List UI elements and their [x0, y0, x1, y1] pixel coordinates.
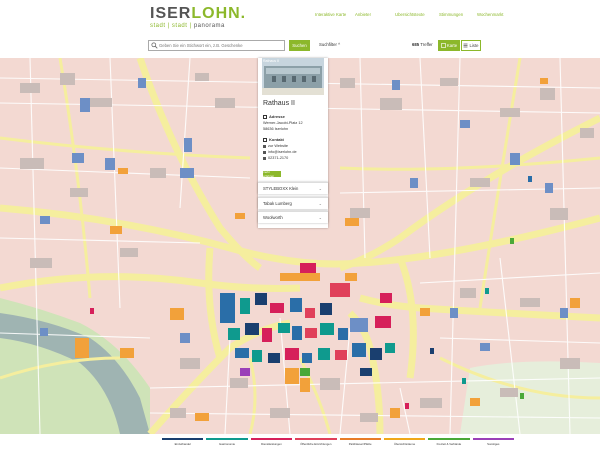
legend-label: Parkhäuser/Plätze	[348, 442, 372, 446]
contact-section-heading: Kontakt	[263, 137, 284, 142]
site-header: ISERLOHN. stadt | stadt | panorama Inter…	[0, 0, 600, 35]
photo-caption: Rathaus II	[263, 59, 279, 63]
results-count: 685 Treffer	[412, 42, 433, 47]
legend-label: Öffentliche Einrichtungen	[300, 442, 332, 446]
legend-item[interactable]: Gastronomie	[206, 436, 248, 448]
chevron-down-icon: ⌄	[318, 201, 322, 206]
email-link[interactable]: info@iserlohn.de	[263, 150, 297, 154]
accordion-label: STYLEBOXX Klein	[263, 186, 299, 191]
legend-color-swatch	[206, 438, 248, 440]
legend-label: Freizeit & Verbände	[436, 442, 462, 446]
location-title: Rathaus II	[263, 100, 295, 107]
accordion-label: Woolworth	[263, 215, 283, 220]
nav-item-karte[interactable]: Interaktive Karte	[315, 12, 355, 17]
site-logo[interactable]: ISERLOHN. stadt | stadt | panorama	[150, 5, 247, 30]
legend-label: Dienstleistungen	[261, 442, 282, 446]
chevron-down-icon: ⌄	[318, 186, 322, 191]
logo-text-lohn: LOHN	[191, 5, 241, 22]
legend-label: Einzelhandel	[174, 442, 191, 446]
logo-sub-b: stadt	[171, 23, 188, 29]
legend-color-swatch	[383, 438, 426, 440]
legend-color-swatch	[339, 438, 381, 440]
search-toolbar: Suchen Suchfilter ^ 685 Treffer Karte Li…	[0, 35, 600, 58]
address-section-heading: Adresse	[263, 114, 285, 119]
logo-text-iser: ISER	[150, 5, 192, 22]
contact-icon	[263, 137, 267, 142]
legend-item[interactable]: Einzelhandel	[162, 436, 204, 448]
filter-toggle[interactable]: Suchfilter ^	[319, 42, 340, 47]
logo-sub-a: stadt	[150, 23, 166, 29]
accordion-label: Tabak Lumberg	[263, 201, 292, 206]
legend-color-swatch	[295, 438, 337, 440]
view-map-label: Karte	[446, 43, 458, 48]
phone-icon	[263, 156, 266, 160]
building-photo	[262, 58, 324, 95]
legend-item[interactable]: Übersichtsräume	[383, 436, 426, 448]
accordion-item-styleboxx[interactable]: STYLEBOXX Klein ⌄	[258, 182, 328, 194]
accordion-item-tabak[interactable]: Tabak Lumberg ⌄	[258, 197, 328, 209]
phone-link[interactable]: 02371-2170	[263, 156, 288, 160]
nav-item-uebersicht[interactable]: Ubersichtstexte	[395, 12, 440, 17]
search-button[interactable]: Suchen	[289, 40, 310, 51]
globe-icon	[263, 144, 266, 148]
results-label: Treffer	[420, 42, 433, 47]
website-link[interactable]: zur Website	[263, 144, 288, 148]
legend-item[interactable]: Parkhäuser/Plätze	[339, 436, 381, 448]
view-map-button[interactable]: Karte	[438, 40, 460, 51]
legend-label: Übersichtsräume	[393, 442, 416, 446]
logo-subtitle: stadt | stadt | panorama	[150, 23, 246, 29]
legend-color-swatch	[250, 438, 293, 440]
mail-icon	[263, 150, 266, 154]
search-input[interactable]	[159, 43, 281, 48]
list-icon	[463, 43, 468, 48]
search-box[interactable]	[148, 40, 285, 51]
address-icon	[263, 114, 267, 119]
accordion-item-woolworth[interactable]: Woolworth ⌄	[258, 211, 328, 223]
legend-label: Gastronomie	[219, 442, 236, 446]
map-legend: Einzelhandel Gastronomie Dienstleistungen Ö…	[0, 434, 600, 450]
legend-item[interactable]: Freizeit & Verbände	[428, 436, 470, 448]
address-line-1: Werner-Jacobi-Platz 12	[263, 121, 303, 125]
results-number: 685	[412, 42, 420, 47]
map-icon	[441, 43, 446, 48]
logo-sub-c: panorama	[193, 23, 225, 29]
legend-label: Sonstiges	[487, 442, 500, 446]
legend-color-swatch	[162, 438, 204, 440]
nav-item-anbieter[interactable]: Anbieter	[355, 12, 395, 17]
logo-dot: .	[240, 5, 247, 22]
search-icon	[151, 42, 158, 49]
legend-color-swatch	[472, 438, 514, 440]
view-list-label: Liste	[469, 43, 479, 48]
chevron-down-icon: ⌄	[318, 215, 322, 220]
nav-item-stimmungen[interactable]: Stimmungen	[439, 12, 479, 17]
address-line-2: 58636 Iserlohn	[263, 127, 289, 131]
nav-item-wochenmarkt[interactable]: Wochenmarkt	[477, 12, 522, 17]
view-list-button[interactable]: Liste	[461, 40, 481, 51]
more-info-button[interactable]: mehr erfahren	[263, 170, 281, 178]
legend-color-swatch	[428, 438, 470, 440]
legend-item[interactable]: Sonstiges	[472, 436, 514, 448]
location-photo: Rathaus II	[262, 58, 324, 95]
legend-item[interactable]: Dienstleistungen	[250, 436, 293, 448]
legend-item[interactable]: Öffentliche Einrichtungen	[295, 436, 337, 448]
